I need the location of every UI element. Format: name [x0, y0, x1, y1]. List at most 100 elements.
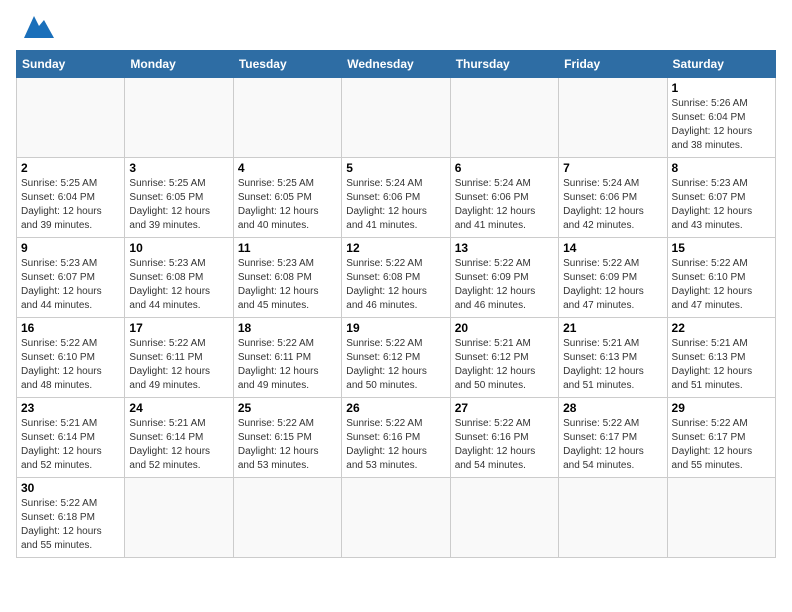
- day-number: 3: [129, 161, 228, 175]
- day-info: Sunrise: 5:21 AM Sunset: 6:13 PM Dayligh…: [563, 337, 662, 393]
- day-info: Sunrise: 5:22 AM Sunset: 6:18 PM Dayligh…: [21, 497, 120, 553]
- day-info: Sunrise: 5:23 AM Sunset: 6:07 PM Dayligh…: [21, 257, 120, 313]
- calendar-cell: 24 Sunrise: 5:21 AM Sunset: 6:14 PM Dayli…: [125, 398, 233, 478]
- day-number: 14: [563, 241, 662, 255]
- calendar-cell: 30 Sunrise: 5:22 AM Sunset: 6:18 PM Dayli…: [17, 478, 125, 558]
- day-number: 28: [563, 401, 662, 415]
- day-info: Sunrise: 5:22 AM Sunset: 6:17 PM Dayligh…: [563, 417, 662, 473]
- calendar-cell: 19 Sunrise: 5:22 AM Sunset: 6:12 PM Dayli…: [342, 318, 450, 398]
- col-header-friday: Friday: [559, 51, 667, 78]
- day-info: Sunrise: 5:22 AM Sunset: 6:08 PM Dayligh…: [346, 257, 445, 313]
- calendar-cell: 26 Sunrise: 5:22 AM Sunset: 6:16 PM Dayli…: [342, 398, 450, 478]
- calendar-cell: 6Sunrise: 5:24 AM Sunset: 6:06 PM Daylig…: [450, 158, 558, 238]
- day-number: 19: [346, 321, 445, 335]
- day-info: Sunrise: 5:23 AM Sunset: 6:08 PM Dayligh…: [129, 257, 228, 313]
- calendar-header-row: SundayMondayTuesdayWednesdayThursdayFrid…: [17, 51, 776, 78]
- day-number: 6: [455, 161, 554, 175]
- day-info: Sunrise: 5:24 AM Sunset: 6:06 PM Dayligh…: [346, 177, 445, 233]
- day-info: Sunrise: 5:25 AM Sunset: 6:05 PM Dayligh…: [238, 177, 337, 233]
- calendar-body: 1Sunrise: 5:26 AM Sunset: 6:04 PM Daylig…: [17, 78, 776, 558]
- calendar-cell: 5 Sunrise: 5:24 AM Sunset: 6:06 PM Daylig…: [342, 158, 450, 238]
- day-number: 30: [21, 481, 120, 495]
- day-number: 21: [563, 321, 662, 335]
- day-info: Sunrise: 5:21 AM Sunset: 6:13 PM Dayligh…: [672, 337, 771, 393]
- day-info: Sunrise: 5:23 AM Sunset: 6:08 PM Dayligh…: [238, 257, 337, 313]
- day-info: Sunrise: 5:23 AM Sunset: 6:07 PM Dayligh…: [672, 177, 771, 233]
- calendar-cell: 23Sunrise: 5:21 AM Sunset: 6:14 PM Dayli…: [17, 398, 125, 478]
- calendar-cell: [559, 78, 667, 158]
- calendar-cell: 9 Sunrise: 5:23 AM Sunset: 6:07 PM Daylig…: [17, 238, 125, 318]
- calendar-week-row: 16 Sunrise: 5:22 AM Sunset: 6:10 PM Dayli…: [17, 318, 776, 398]
- page-header: [16, 16, 776, 38]
- calendar-cell: 14 Sunrise: 5:22 AM Sunset: 6:09 PM Dayli…: [559, 238, 667, 318]
- day-number: 5: [346, 161, 445, 175]
- calendar-cell: [667, 478, 775, 558]
- col-header-monday: Monday: [125, 51, 233, 78]
- calendar-cell: [450, 78, 558, 158]
- day-number: 2: [21, 161, 120, 175]
- calendar-week-row: 30 Sunrise: 5:22 AM Sunset: 6:18 PM Dayli…: [17, 478, 776, 558]
- day-number: 23: [21, 401, 120, 415]
- calendar-cell: [342, 478, 450, 558]
- day-info: Sunrise: 5:22 AM Sunset: 6:10 PM Dayligh…: [21, 337, 120, 393]
- calendar-cell: 20Sunrise: 5:21 AM Sunset: 6:12 PM Dayli…: [450, 318, 558, 398]
- day-info: Sunrise: 5:26 AM Sunset: 6:04 PM Dayligh…: [672, 97, 771, 153]
- day-info: Sunrise: 5:22 AM Sunset: 6:17 PM Dayligh…: [672, 417, 771, 473]
- calendar-table: SundayMondayTuesdayWednesdayThursdayFrid…: [16, 50, 776, 558]
- col-header-thursday: Thursday: [450, 51, 558, 78]
- calendar-cell: 12 Sunrise: 5:22 AM Sunset: 6:08 PM Dayli…: [342, 238, 450, 318]
- calendar-cell: 7 Sunrise: 5:24 AM Sunset: 6:06 PM Daylig…: [559, 158, 667, 238]
- day-number: 17: [129, 321, 228, 335]
- calendar-cell: [233, 478, 341, 558]
- calendar-week-row: 23 Sunrise: 5:21 AM Sunset: 6:14 PM Dayli…: [17, 398, 776, 478]
- day-info: Sunrise: 5:21 AM Sunset: 6:14 PM Dayligh…: [129, 417, 228, 473]
- calendar-cell: 1Sunrise: 5:26 AM Sunset: 6:04 PM Daylig…: [667, 78, 775, 158]
- day-info: Sunrise: 5:25 AM Sunset: 6:04 PM Dayligh…: [21, 177, 120, 233]
- col-header-sunday: Sunday: [17, 51, 125, 78]
- day-number: 13: [455, 241, 554, 255]
- calendar-cell: 3 Sunrise: 5:25 AM Sunset: 6:05 PM Daylig…: [125, 158, 233, 238]
- day-info: Sunrise: 5:22 AM Sunset: 6:16 PM Dayligh…: [455, 417, 554, 473]
- day-number: 8: [672, 161, 771, 175]
- col-header-saturday: Saturday: [667, 51, 775, 78]
- calendar-week-row: 1Sunrise: 5:26 AM Sunset: 6:04 PM Daylig…: [17, 78, 776, 158]
- calendar-week-row: 9 Sunrise: 5:23 AM Sunset: 6:07 PM Daylig…: [17, 238, 776, 318]
- day-info: Sunrise: 5:25 AM Sunset: 6:05 PM Dayligh…: [129, 177, 228, 233]
- day-number: 24: [129, 401, 228, 415]
- calendar-cell: 25Sunrise: 5:22 AM Sunset: 6:15 PM Dayli…: [233, 398, 341, 478]
- calendar-cell: 10 Sunrise: 5:23 AM Sunset: 6:08 PM Dayli…: [125, 238, 233, 318]
- day-number: 11: [238, 241, 337, 255]
- day-number: 4: [238, 161, 337, 175]
- day-info: Sunrise: 5:22 AM Sunset: 6:12 PM Dayligh…: [346, 337, 445, 393]
- col-header-tuesday: Tuesday: [233, 51, 341, 78]
- calendar-cell: 13 Sunrise: 5:22 AM Sunset: 6:09 PM Dayli…: [450, 238, 558, 318]
- day-number: 29: [672, 401, 771, 415]
- calendar-cell: 27 Sunrise: 5:22 AM Sunset: 6:16 PM Dayli…: [450, 398, 558, 478]
- calendar-cell: 18Sunrise: 5:22 AM Sunset: 6:11 PM Dayli…: [233, 318, 341, 398]
- day-number: 22: [672, 321, 771, 335]
- calendar-cell: [342, 78, 450, 158]
- day-info: Sunrise: 5:22 AM Sunset: 6:09 PM Dayligh…: [563, 257, 662, 313]
- day-number: 18: [238, 321, 337, 335]
- day-number: 26: [346, 401, 445, 415]
- calendar-cell: [233, 78, 341, 158]
- day-number: 10: [129, 241, 228, 255]
- calendar-cell: 16 Sunrise: 5:22 AM Sunset: 6:10 PM Dayli…: [17, 318, 125, 398]
- day-info: Sunrise: 5:22 AM Sunset: 6:16 PM Dayligh…: [346, 417, 445, 473]
- day-info: Sunrise: 5:22 AM Sunset: 6:09 PM Dayligh…: [455, 257, 554, 313]
- day-number: 16: [21, 321, 120, 335]
- day-number: 12: [346, 241, 445, 255]
- calendar-cell: 29 Sunrise: 5:22 AM Sunset: 6:17 PM Dayli…: [667, 398, 775, 478]
- day-number: 9: [21, 241, 120, 255]
- calendar-cell: 22 Sunrise: 5:21 AM Sunset: 6:13 PM Dayli…: [667, 318, 775, 398]
- day-info: Sunrise: 5:24 AM Sunset: 6:06 PM Dayligh…: [563, 177, 662, 233]
- calendar-cell: [559, 478, 667, 558]
- calendar-cell: 8 Sunrise: 5:23 AM Sunset: 6:07 PM Daylig…: [667, 158, 775, 238]
- day-info: Sunrise: 5:22 AM Sunset: 6:11 PM Dayligh…: [129, 337, 228, 393]
- day-number: 20: [455, 321, 554, 335]
- logo-icon: [24, 16, 54, 38]
- calendar-cell: 28 Sunrise: 5:22 AM Sunset: 6:17 PM Dayli…: [559, 398, 667, 478]
- calendar-cell: [450, 478, 558, 558]
- day-number: 7: [563, 161, 662, 175]
- day-number: 27: [455, 401, 554, 415]
